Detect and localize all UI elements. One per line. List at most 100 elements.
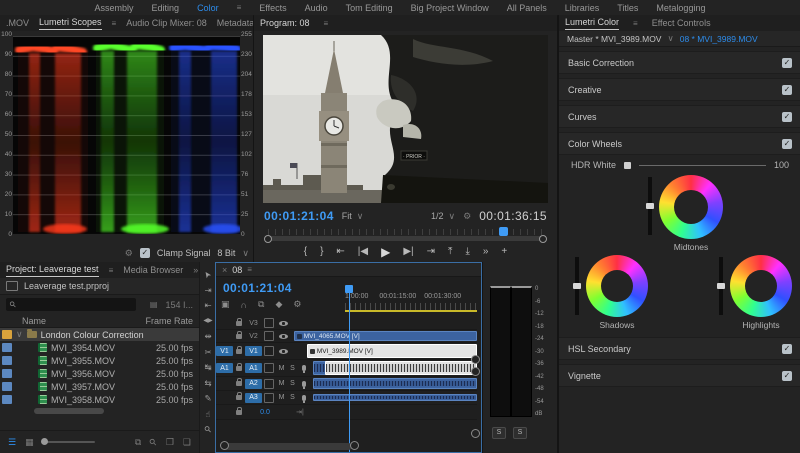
- timeline-current-timecode[interactable]: 00:01:21:04: [223, 281, 292, 295]
- hdr-white-slider-track[interactable]: [639, 164, 766, 166]
- project-hscrollbar[interactable]: [34, 408, 104, 414]
- curves-checkbox[interactable]: ✓: [782, 111, 792, 122]
- audio-clip[interactable]: [313, 378, 477, 389]
- extract-button[interactable]: ⤓: [465, 245, 469, 259]
- program-panel-menu-icon[interactable]: ≡: [324, 19, 329, 28]
- lumetri-panel-menu-icon[interactable]: ≡: [633, 19, 638, 28]
- track-v2-label[interactable]: V2: [245, 333, 262, 340]
- section-hsl-secondary[interactable]: HSL Secondary ✓: [559, 337, 800, 360]
- section-curves[interactable]: Curves ✓: [559, 105, 800, 128]
- bin-expand-chevron-icon[interactable]: ∨: [16, 329, 23, 340]
- program-zoom-dropdown[interactable]: Fit ∨: [342, 211, 364, 222]
- clamp-signal-checkbox[interactable]: ✓: [139, 248, 150, 258]
- master-clip-selector[interactable]: Master * MVI_3989.MOV: [567, 34, 661, 44]
- work-area-bar[interactable]: [345, 310, 477, 312]
- clip-label-chip[interactable]: [2, 369, 12, 378]
- tab-truncated-mov[interactable]: .MOV: [6, 18, 29, 28]
- icon-view-button[interactable]: ▦: [25, 437, 34, 448]
- meter-solo-right-button[interactable]: S: [513, 427, 527, 439]
- section-basic-correction[interactable]: Basic Correction ✓: [559, 51, 800, 74]
- basic-correction-checkbox[interactable]: ✓: [782, 57, 792, 68]
- timeline-settings-wrench-icon[interactable]: ⚙: [293, 299, 301, 310]
- workspace-tab-audio[interactable]: Audio: [305, 3, 328, 13]
- track-a2-label[interactable]: A2: [245, 378, 262, 389]
- bit-depth-dropdown[interactable]: 8 Bit: [217, 248, 235, 258]
- vignette-checkbox[interactable]: ✓: [782, 370, 792, 381]
- tab-audio-clip-mixer[interactable]: Audio Clip Mixer: 08: [126, 18, 207, 28]
- clip-label-chip[interactable]: [2, 356, 12, 365]
- highlights-color-wheel[interactable]: [730, 255, 792, 317]
- sync-lock-toggle[interactable]: [264, 318, 274, 328]
- track-v1-label[interactable]: V1: [245, 346, 262, 356]
- tab-lumetri-scopes[interactable]: Lumetri Scopes: [39, 17, 102, 30]
- hdr-white-slider-handle[interactable]: [624, 161, 632, 169]
- project-search-box[interactable]: ⚲: [6, 298, 136, 311]
- lock-icon[interactable]: [236, 378, 242, 386]
- razor-tool[interactable]: ✂: [204, 347, 211, 357]
- rolling-edit-tool[interactable]: ◀▶: [203, 317, 212, 326]
- timeline-ruler-zone[interactable]: 1:00:00 00:01:15:00 00:01:30:00: [345, 279, 477, 317]
- voiceover-mic-icon[interactable]: [302, 380, 306, 389]
- workspace-tab-big-project-window[interactable]: Big Project Window: [411, 3, 489, 13]
- slip-tool[interactable]: ↹: [204, 363, 211, 372]
- lock-icon[interactable]: [236, 392, 242, 400]
- project-tab-overflow-icon[interactable]: »: [193, 265, 198, 275]
- clip-row[interactable]: MVI_3956.MOV 25.00 fps: [0, 367, 199, 380]
- snap-toggle-icon[interactable]: ∩: [241, 300, 248, 310]
- a3-lane[interactable]: [310, 391, 477, 404]
- sync-lock-toggle[interactable]: [264, 363, 274, 373]
- a2-lane[interactable]: [310, 377, 477, 390]
- add-marker-icon[interactable]: ◆: [275, 299, 282, 310]
- find-button[interactable]: ⚲: [147, 436, 159, 448]
- go-to-out-button[interactable]: ⇥: [427, 245, 435, 259]
- button-editor-add-icon[interactable]: +: [501, 245, 507, 259]
- audio-clip[interactable]: [313, 394, 477, 401]
- track-a3-label[interactable]: A3: [245, 392, 262, 403]
- mute-button[interactable]: M: [276, 365, 287, 372]
- section-color-wheels[interactable]: Color Wheels ✓: [559, 132, 800, 155]
- search-input[interactable]: [6, 299, 124, 310]
- clip-row[interactable]: MVI_3957.MOV 25.00 fps: [0, 380, 199, 393]
- timeline-panel-menu-icon[interactable]: ≡: [247, 265, 252, 274]
- nest-toggle-icon[interactable]: ▣: [221, 299, 230, 310]
- section-creative[interactable]: Creative ✓: [559, 78, 800, 101]
- vscrollbar-handle[interactable]: [471, 429, 480, 438]
- highlights-luma-slider[interactable]: [717, 257, 725, 315]
- lock-icon[interactable]: [236, 406, 242, 415]
- project-panel-menu-icon[interactable]: ≡: [109, 266, 114, 275]
- step-forward-button[interactable]: ▶|: [403, 245, 413, 259]
- clip-row[interactable]: MVI_3958.MOV 25.00 fps: [0, 393, 199, 406]
- workspace-tab-tom-editing[interactable]: Tom Editing: [346, 3, 393, 13]
- tab-program[interactable]: Program: 08: [260, 18, 310, 28]
- lock-icon[interactable]: [236, 317, 242, 326]
- sync-lock-toggle[interactable]: [264, 331, 274, 341]
- program-video-frame[interactable]: · PRIOR ·: [263, 35, 548, 203]
- track-v3-label[interactable]: V3: [245, 320, 262, 327]
- timeline-hscrollbar[interactable]: [222, 443, 352, 450]
- scopes-panel-menu-icon[interactable]: ≡: [112, 19, 117, 28]
- time-ruler[interactable]: [345, 303, 477, 310]
- workspace-tab-editing[interactable]: Editing: [152, 3, 180, 13]
- selection-tool[interactable]: ➤: [201, 269, 213, 281]
- pen-tool[interactable]: ✎: [204, 394, 211, 403]
- clip-label-chip[interactable]: [2, 343, 12, 352]
- source-patch-v1[interactable]: V1: [216, 346, 233, 356]
- clip-mvi-3989-video[interactable]: MVI_3989.MOV [V]: [306, 344, 477, 358]
- project-list-header[interactable]: Name Frame Rate: [0, 314, 199, 328]
- bin-row-london-colour-correction[interactable]: ∨ London Colour Correction: [0, 328, 199, 341]
- linked-selection-icon[interactable]: ⧉: [258, 299, 264, 310]
- sequence-close-icon[interactable]: ×: [222, 265, 227, 275]
- rate-stretch-tool[interactable]: ⇹: [204, 332, 211, 341]
- shadows-color-wheel[interactable]: [586, 255, 648, 317]
- workspace-tab-all-panels[interactable]: All Panels: [507, 3, 547, 13]
- sync-lock-toggle[interactable]: [264, 392, 274, 403]
- hand-tool[interactable]: ☝: [205, 409, 210, 419]
- track-a1-label[interactable]: A1: [245, 363, 262, 373]
- v2-lane[interactable]: MVI_4065.MOV [V]: [290, 330, 477, 342]
- program-playhead[interactable]: [499, 227, 508, 236]
- track-output-eye-icon[interactable]: [278, 348, 288, 354]
- tab-project[interactable]: Project: Leaverage test: [6, 264, 99, 277]
- v1-lane[interactable]: MVI_3989.MOV [V]: [290, 343, 477, 359]
- timeline-playhead-line[interactable]: [348, 287, 350, 452]
- source-patch-a1[interactable]: A1: [216, 363, 233, 373]
